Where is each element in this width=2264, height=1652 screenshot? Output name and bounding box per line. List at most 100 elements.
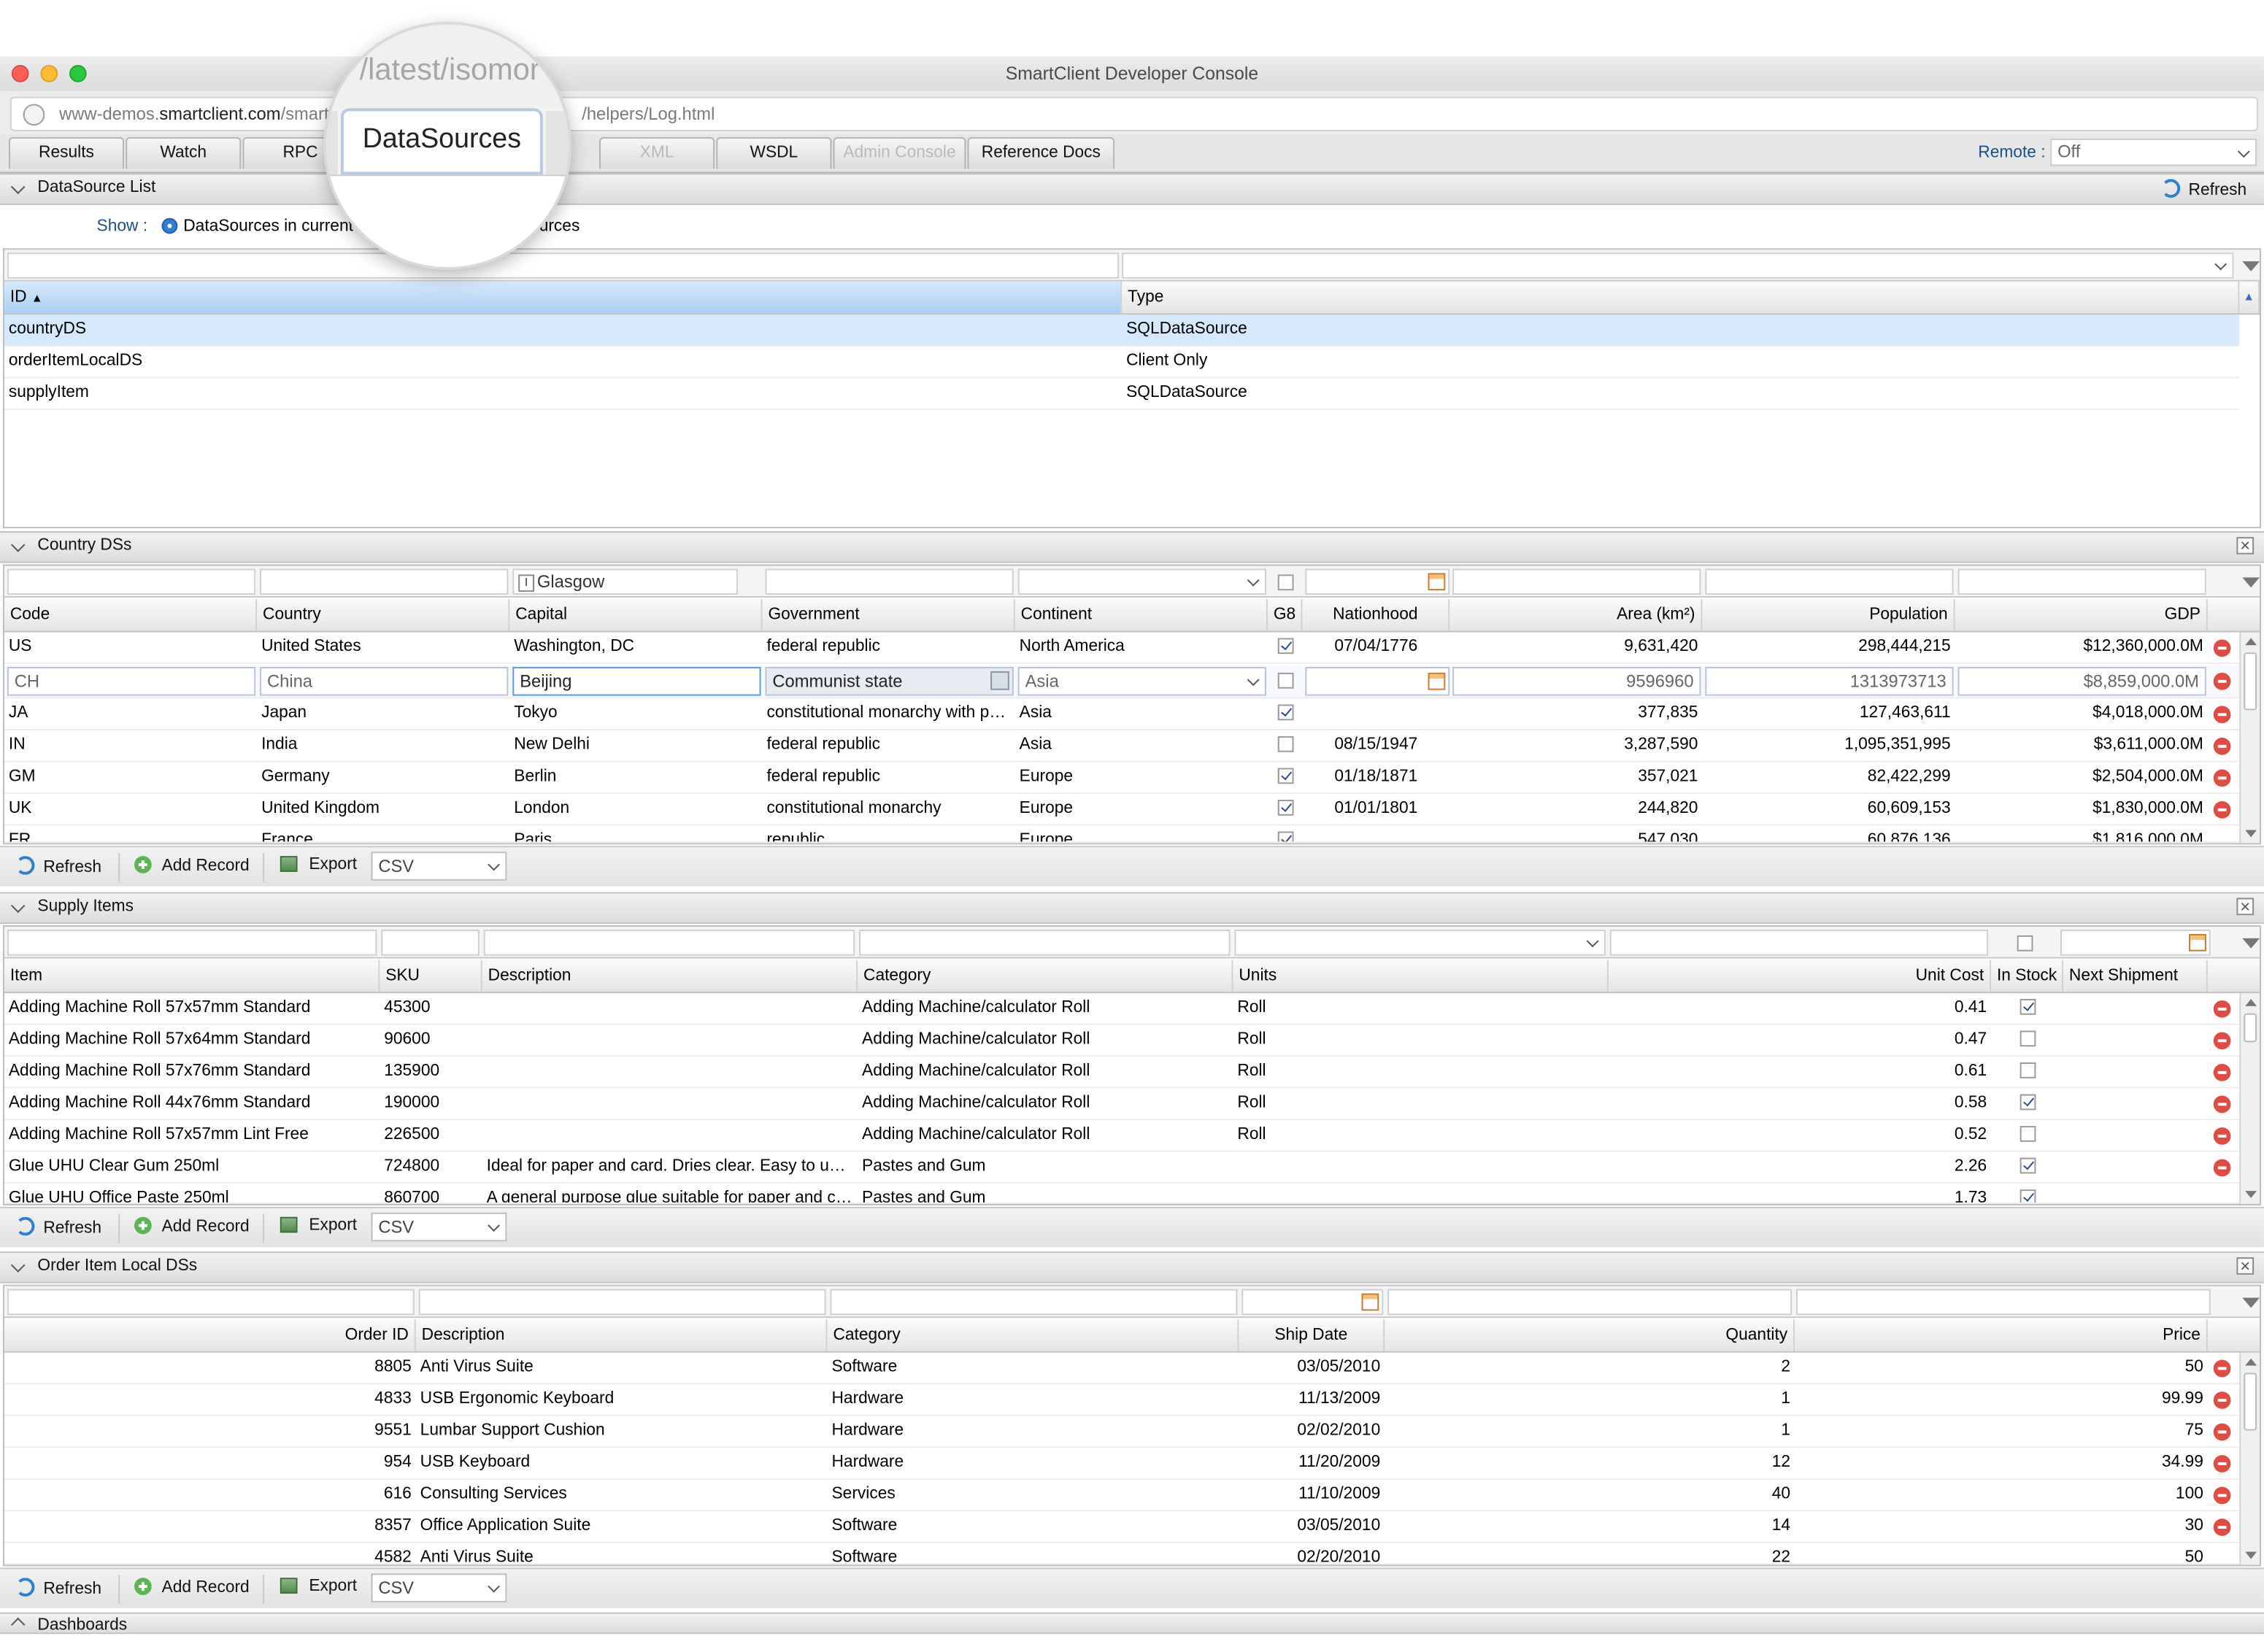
column-header-description[interactable]: Description: [416, 1319, 828, 1351]
editing-row[interactable]: CH China Beijing Communist state Asia 95…: [4, 665, 2240, 699]
scroll-up-icon[interactable]: ▲: [2239, 281, 2260, 314]
remove-record-icon[interactable]: [2213, 1000, 2231, 1018]
column-header-units[interactable]: Units: [1233, 960, 1609, 992]
column-header-government[interactable]: Government: [763, 598, 1015, 631]
table-row[interactable]: Adding Machine Roll 57x57mm Lint Free 22…: [4, 1120, 2240, 1152]
price-filter-input[interactable]: [1796, 1289, 2211, 1316]
section-dashboards[interactable]: Dashboards: [0, 1612, 2264, 1634]
table-row[interactable]: supplyItem SQLDataSource: [4, 378, 2240, 410]
in-stock-checkbox[interactable]: [2019, 998, 2036, 1015]
column-header-nationhood[interactable]: Nationhood: [1302, 598, 1450, 631]
code-edit-field[interactable]: CH: [7, 666, 256, 696]
country-edit-field[interactable]: China: [260, 666, 509, 696]
remove-record-icon[interactable]: [2213, 1159, 2231, 1177]
add-record-button[interactable]: Add Record: [134, 856, 250, 875]
table-row[interactable]: countryDS SQLDataSource: [4, 314, 2240, 347]
vertical-scrollbar[interactable]: [2239, 632, 2260, 844]
remove-record-icon[interactable]: [2213, 737, 2231, 755]
item-filter-input[interactable]: [7, 930, 377, 956]
collapse-chevron-icon[interactable]: [10, 898, 26, 914]
g8-checkbox[interactable]: [1277, 768, 1293, 784]
area-edit-field[interactable]: 9596960: [1452, 666, 1701, 696]
column-header-description[interactable]: Description: [482, 960, 858, 992]
export-button[interactable]: Export: [280, 856, 357, 873]
description-filter-input[interactable]: [418, 1289, 826, 1316]
vertical-scrollbar[interactable]: [2239, 993, 2260, 1204]
table-row[interactable]: FR France Paris republic Europe 547,030 …: [4, 826, 2240, 844]
text-editor-icon[interactable]: [990, 671, 1009, 690]
section-country-ds[interactable]: Country DSs ×: [0, 531, 2264, 563]
g8-checkbox[interactable]: [1277, 704, 1293, 721]
g8-checkbox[interactable]: [1277, 736, 1293, 752]
remove-record-icon[interactable]: [2213, 706, 2231, 724]
remove-record-icon[interactable]: [2213, 1032, 2231, 1050]
collapse-chevron-icon[interactable]: [10, 538, 26, 552]
scroll-down-icon[interactable]: [2245, 1191, 2257, 1198]
column-header-in-stock[interactable]: In Stock: [1991, 960, 2063, 992]
column-header-price[interactable]: Price: [1795, 1319, 2208, 1351]
tab-wsdl[interactable]: WSDL: [716, 136, 832, 169]
column-header-category[interactable]: Category: [828, 1319, 1239, 1351]
in-stock-checkbox[interactable]: [2019, 1189, 2036, 1203]
expand-chevron-icon[interactable]: [10, 1617, 26, 1632]
scroll-down-icon[interactable]: [2245, 830, 2257, 838]
table-row[interactable]: GM Germany Berlin federal republic Europ…: [4, 763, 2240, 795]
g8-checkbox[interactable]: [1277, 799, 1293, 816]
table-row[interactable]: 616 Consulting Services Services 11/10/2…: [4, 1480, 2240, 1512]
in-stock-checkbox[interactable]: [2019, 1030, 2036, 1047]
refresh-button[interactable]: Refresh: [15, 1578, 101, 1598]
tab-xml[interactable]: XML: [598, 136, 715, 169]
remove-record-icon[interactable]: [2213, 1423, 2231, 1441]
refresh-button[interactable]: Refresh: [15, 1216, 101, 1237]
remove-record-icon[interactable]: [2213, 1064, 2231, 1081]
in-stock-checkbox[interactable]: [2019, 1126, 2036, 1142]
units-filter-select[interactable]: [1234, 930, 1606, 956]
close-icon[interactable]: ×: [2236, 898, 2255, 916]
table-row[interactable]: 4833 USB Ergonomic Keyboard Hardware 11/…: [4, 1384, 2240, 1416]
calendar-icon[interactable]: [1428, 573, 1446, 591]
filter-icon[interactable]: [2242, 938, 2260, 949]
column-header-unit-cost[interactable]: Unit Cost: [1609, 960, 1992, 992]
export-button[interactable]: Export: [280, 1216, 357, 1234]
population-filter-input[interactable]: [1705, 568, 1954, 595]
vertical-scrollbar[interactable]: [2239, 1352, 2260, 1565]
table-row[interactable]: 8805 Anti Virus Suite Software 03/05/201…: [4, 1353, 2240, 1385]
category-filter-input[interactable]: [859, 930, 1231, 956]
scroll-up-icon[interactable]: [2245, 1358, 2257, 1366]
section-order-items[interactable]: Order Item Local DSs ×: [0, 1251, 2264, 1284]
column-header-g8[interactable]: G8: [1268, 598, 1303, 631]
remove-record-icon[interactable]: [2213, 800, 2231, 819]
remove-record-icon[interactable]: [2213, 1359, 2231, 1378]
remove-record-icon[interactable]: [2213, 1095, 2231, 1113]
tab-reference-docs[interactable]: Reference Docs: [967, 136, 1115, 169]
magnified-datasources-tab[interactable]: DataSources: [340, 108, 543, 175]
scroll-up-icon[interactable]: [2245, 998, 2257, 1006]
column-header-category[interactable]: Category: [858, 960, 1233, 992]
remove-record-icon[interactable]: [2213, 672, 2231, 690]
remove-record-icon[interactable]: [2213, 639, 2231, 657]
column-header-type[interactable]: Type: [1122, 281, 2240, 314]
table-row[interactable]: 4582 Anti Virus Suite Software 02/20/201…: [4, 1543, 2240, 1565]
filter-icon[interactable]: [2242, 261, 2260, 271]
column-header-ship-date[interactable]: Ship Date: [1239, 1319, 1385, 1351]
export-format-select[interactable]: CSV: [371, 1212, 507, 1242]
in-stock-filter-checkbox[interactable]: [2017, 935, 2033, 952]
tab-results[interactable]: Results: [8, 136, 125, 169]
column-header-code[interactable]: Code: [4, 598, 258, 631]
remove-record-icon[interactable]: [2213, 769, 2231, 787]
nationhood-edit-field[interactable]: [1305, 666, 1450, 696]
table-row[interactable]: UK United Kingdom London constitutional …: [4, 794, 2240, 826]
calendar-icon[interactable]: [1428, 672, 1446, 690]
country-filter-input[interactable]: [260, 568, 509, 595]
remove-record-icon[interactable]: [2213, 1486, 2231, 1505]
column-header-item[interactable]: Item: [4, 960, 380, 992]
export-button[interactable]: Export: [280, 1578, 357, 1595]
filter-icon[interactable]: [2242, 1297, 2260, 1308]
gdp-edit-field[interactable]: $8,859,000.0M: [1957, 666, 2206, 696]
section-supply-items[interactable]: Supply Items ×: [0, 892, 2264, 925]
table-row[interactable]: Adding Machine Roll 57x57mm Standard 453…: [4, 993, 2240, 1025]
table-row[interactable]: Adding Machine Roll 44x76mm Standard 190…: [4, 1089, 2240, 1121]
sku-filter-input[interactable]: [381, 930, 480, 956]
column-header-capital[interactable]: Capital: [509, 598, 763, 631]
filter-icon[interactable]: [2242, 577, 2260, 588]
